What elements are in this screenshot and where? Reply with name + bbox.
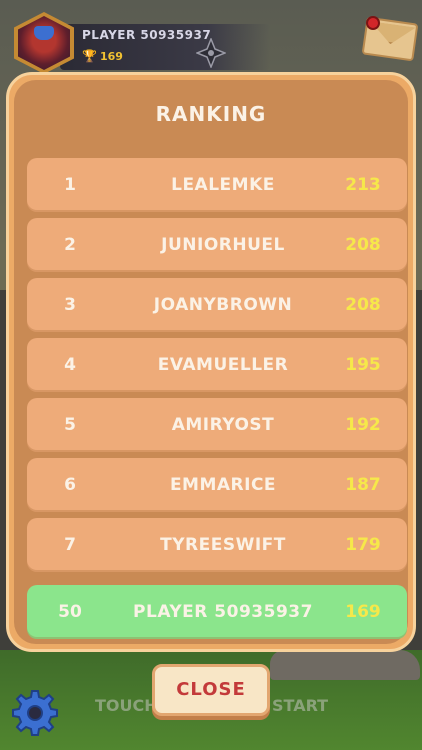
- rank-number: 4: [64, 355, 76, 375]
- warrior-avatar-icon: [18, 16, 70, 70]
- player-name-cell: AMIRYOST: [171, 415, 275, 435]
- trophy-count: 169: [100, 50, 123, 63]
- player-name-cell: TYREESWIFT: [160, 535, 286, 555]
- touch-to-start-text-right: START: [272, 696, 329, 715]
- player-name-cell: PLAYER 50935937: [133, 602, 313, 622]
- player-name-cell: EVAMUELLER: [157, 355, 289, 375]
- player-name-cell: JUNIORHUEL: [161, 235, 285, 255]
- player-name-cell: EMMARICE: [169, 475, 277, 495]
- touch-to-start-text-left: TOUCH: [95, 696, 158, 715]
- current-player-row: 50 PLAYER 50935937 169: [27, 585, 407, 639]
- score-cell: 213: [345, 175, 381, 195]
- score-cell: 208: [345, 295, 381, 315]
- notification-dot: [366, 16, 380, 30]
- rank-number: 2: [64, 235, 76, 255]
- background-rocks: [270, 650, 420, 680]
- ranking-row: 1 LEALEMKE 213: [27, 158, 407, 212]
- ranking-row: 2 JUNIORHUEL 208: [27, 218, 407, 272]
- score-cell: 195: [345, 355, 381, 375]
- rank-number: 7: [64, 535, 76, 555]
- rank-number: 6: [64, 475, 76, 495]
- ranking-row: 5 AMIRYOST 192: [27, 398, 407, 452]
- panel-title: RANKING: [155, 102, 267, 126]
- rank-number: 1: [64, 175, 76, 195]
- ranking-row: 6 EMMARICE 187: [27, 458, 407, 512]
- score-cell: 179: [345, 535, 381, 555]
- gear-icon[interactable]: [10, 688, 60, 738]
- trophy-icon: 🏆: [82, 49, 97, 63]
- ranking-row: 7 TYREESWIFT 179: [27, 518, 407, 572]
- ranking-row: 3 JOANYBROWN 208: [27, 278, 407, 332]
- ranking-panel-inner: RANKING 1 LEALEMKE 213 2 JUNIORHUEL 208 …: [14, 80, 408, 644]
- rank-number: 50: [58, 602, 82, 622]
- rank-number: 3: [64, 295, 76, 315]
- score-cell: 208: [345, 235, 381, 255]
- rank-number: 5: [64, 415, 76, 435]
- score-cell: 187: [345, 475, 381, 495]
- score-cell: 192: [345, 415, 381, 435]
- player-name-cell: LEALEMKE: [171, 175, 275, 195]
- shuriken-icon: [196, 38, 226, 68]
- score-cell: 169: [345, 602, 381, 622]
- close-button[interactable]: CLOSE: [152, 664, 270, 716]
- player-name-cell: JOANYBROWN: [153, 295, 293, 315]
- ranking-panel: RANKING 1 LEALEMKE 213 2 JUNIORHUEL 208 …: [6, 72, 416, 652]
- ranking-row: 4 EVAMUELLER 195: [27, 338, 407, 392]
- player-name: PLAYER 50935937: [82, 28, 212, 42]
